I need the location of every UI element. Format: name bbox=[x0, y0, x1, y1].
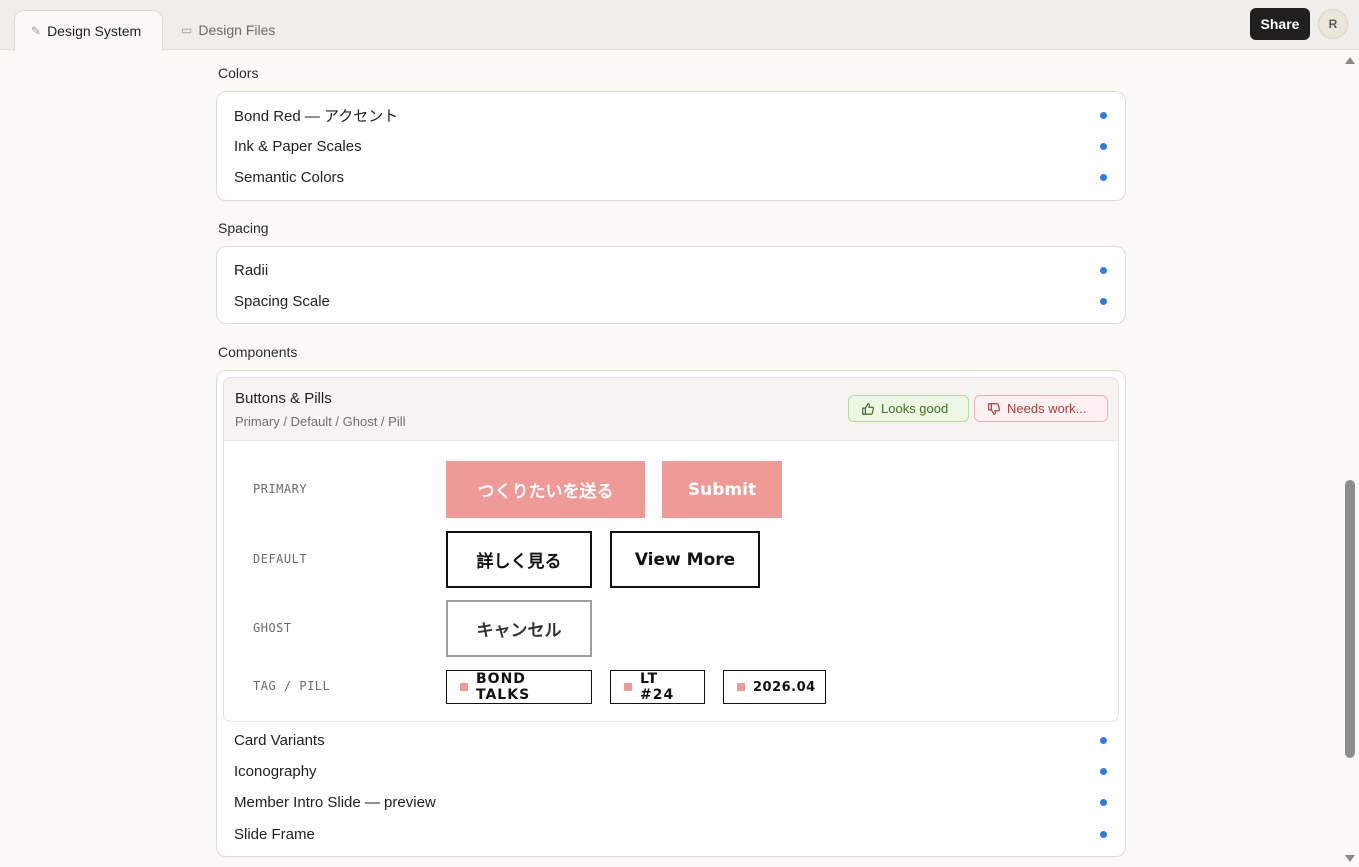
list-item[interactable]: Iconography bbox=[234, 760, 1109, 782]
pill-square-icon bbox=[460, 683, 468, 691]
component-title: Buttons & Pills bbox=[235, 390, 332, 407]
status-dot bbox=[1100, 297, 1107, 305]
thumbs-down-icon bbox=[988, 402, 1001, 415]
pill-date[interactable]: 2026.04 bbox=[723, 670, 826, 704]
status-dot bbox=[1100, 266, 1107, 274]
status-dot bbox=[1100, 767, 1107, 775]
pill-label: LT #24 bbox=[640, 671, 675, 703]
spacing-card: Radii Spacing Scale bbox=[216, 246, 1126, 324]
expanded-header[interactable]: Buttons & Pills Primary / Default / Ghos… bbox=[224, 378, 1118, 441]
thumbs-up-icon bbox=[862, 402, 875, 415]
variant-label-default: DEFAULT bbox=[253, 552, 308, 566]
list-item-label: Semantic Colors bbox=[234, 168, 345, 186]
tab-design-system[interactable]: ✎ Design System bbox=[14, 10, 163, 51]
status-dot bbox=[1100, 736, 1107, 744]
section-title-colors: Colors bbox=[218, 65, 259, 81]
pill-bond-talks[interactable]: BOND TALKS bbox=[446, 670, 592, 704]
status-dot bbox=[1100, 173, 1107, 181]
top-bar: ✎ Design System ▭ Design Files Share R bbox=[0, 0, 1359, 51]
needs-work-button[interactable]: Needs work... bbox=[974, 395, 1108, 422]
list-item[interactable]: Semantic Colors bbox=[234, 166, 1109, 188]
list-item[interactable]: Ink & Paper Scales bbox=[234, 135, 1109, 157]
variant-label-primary: PRIMARY bbox=[253, 482, 308, 496]
list-item[interactable]: Card Variants bbox=[234, 729, 1109, 751]
component-subtitle: Primary / Default / Ghost / Pill bbox=[235, 414, 406, 429]
tab-label: Design System bbox=[47, 23, 142, 39]
looks-good-label: Looks good bbox=[881, 401, 949, 416]
components-card: Buttons & Pills Primary / Default / Ghos… bbox=[216, 370, 1126, 857]
pill-square-icon bbox=[624, 683, 632, 691]
scroll-up-arrow-icon[interactable] bbox=[1345, 57, 1355, 64]
list-item[interactable]: Spacing Scale bbox=[234, 290, 1109, 312]
list-item-label: Ink & Paper Scales bbox=[234, 137, 362, 155]
scroll-thumb[interactable] bbox=[1345, 480, 1355, 758]
list-item[interactable]: Radii bbox=[234, 259, 1109, 281]
scroll-down-arrow-icon[interactable] bbox=[1345, 855, 1355, 862]
list-item[interactable]: Bond Red — アクセント bbox=[234, 104, 1109, 126]
list-item-label: Member Intro Slide — preview bbox=[234, 793, 436, 811]
list-item-label: Bond Red — アクセント bbox=[234, 107, 399, 125]
pen-icon: ✎ bbox=[31, 24, 42, 38]
status-dot bbox=[1100, 142, 1107, 150]
tab-design-files[interactable]: ▭ Design Files bbox=[165, 10, 295, 50]
variant-label-ghost: GHOST bbox=[253, 621, 292, 635]
colors-card: Bond Red — アクセント Ink & Paper Scales Sema… bbox=[216, 91, 1126, 201]
list-item-label: Iconography bbox=[234, 762, 317, 780]
list-item[interactable]: Member Intro Slide — preview bbox=[234, 791, 1109, 813]
status-dot bbox=[1100, 111, 1107, 119]
ghost-button-cancel[interactable]: キャンセル bbox=[446, 600, 592, 657]
primary-button-ja[interactable]: つくりたいを送る bbox=[446, 461, 645, 518]
status-dot bbox=[1100, 830, 1107, 838]
pill-label: BOND TALKS bbox=[476, 671, 531, 703]
folder-icon: ▭ bbox=[181, 23, 193, 37]
section-title-spacing: Spacing bbox=[218, 220, 269, 236]
pill-label: 2026.04 bbox=[753, 679, 816, 695]
list-item-label: Card Variants bbox=[234, 731, 325, 749]
section-title-components: Components bbox=[218, 344, 298, 360]
expanded-component: Buttons & Pills Primary / Default / Ghos… bbox=[223, 377, 1119, 722]
share-button[interactable]: Share bbox=[1250, 8, 1310, 40]
list-item[interactable]: Slide Frame bbox=[234, 823, 1109, 845]
scrollbar[interactable] bbox=[1342, 50, 1359, 867]
default-button-view-more[interactable]: View More bbox=[610, 531, 760, 588]
variant-label-pill: TAG / PILL bbox=[253, 679, 331, 693]
status-dot bbox=[1100, 798, 1107, 806]
needs-work-label: Needs work... bbox=[1007, 401, 1087, 416]
looks-good-button[interactable]: Looks good bbox=[848, 395, 969, 422]
list-item-label: Spacing Scale bbox=[234, 292, 330, 310]
list-item-label: Slide Frame bbox=[234, 825, 315, 843]
avatar[interactable]: R bbox=[1318, 9, 1348, 39]
pill-lt[interactable]: LT #24 bbox=[610, 670, 705, 704]
tab-label: Design Files bbox=[198, 22, 276, 38]
list-item-label: Radii bbox=[234, 261, 269, 279]
default-button-ja[interactable]: 詳しく見る bbox=[446, 531, 592, 588]
primary-button-submit[interactable]: Submit bbox=[662, 461, 782, 518]
pill-square-icon bbox=[737, 683, 745, 691]
